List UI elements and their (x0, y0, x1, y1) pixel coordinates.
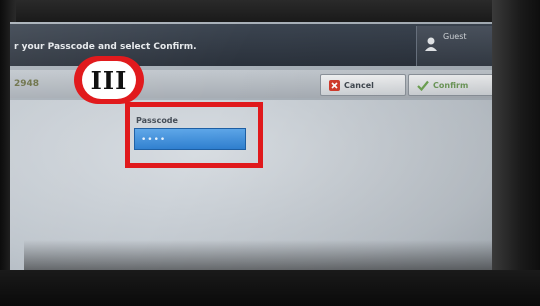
cancel-label: Cancel (344, 80, 374, 90)
user-login-button[interactable]: Guest (416, 26, 498, 66)
confirm-label: Confirm (433, 80, 469, 90)
job-number: 2948 (14, 79, 40, 89)
cancel-icon (329, 79, 340, 91)
checkmark-icon (417, 80, 429, 91)
passcode-highlight-box (125, 102, 263, 168)
step-label: III (82, 61, 136, 99)
protective-film (24, 240, 494, 270)
device-bezel-top (0, 0, 540, 22)
device-bezel-right (492, 0, 540, 306)
confirm-button[interactable]: Confirm (408, 74, 494, 96)
cancel-button[interactable]: Cancel (320, 74, 406, 96)
step-badge: III (74, 56, 144, 104)
instruction-text: r your Passcode and select Confirm. (14, 42, 197, 52)
user-label: Guest (443, 32, 467, 41)
device-bezel-bottom (0, 270, 540, 306)
user-icon (425, 37, 437, 51)
